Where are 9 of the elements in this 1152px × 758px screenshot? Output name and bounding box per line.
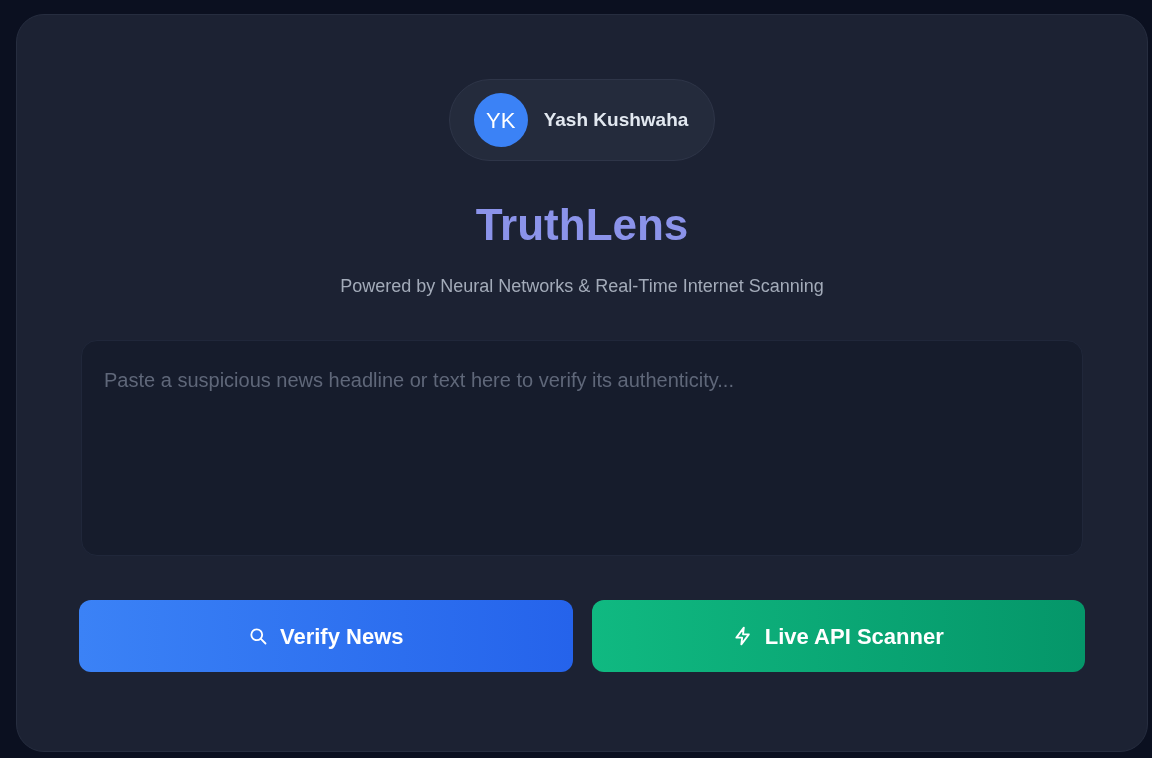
lightning-icon — [732, 626, 753, 646]
news-input-field[interactable]: Paste a suspicious news headline or text here to verify its authenticity... — [81, 340, 1083, 556]
avatar: YK — [473, 93, 528, 147]
search-icon — [248, 626, 268, 646]
user-name: Yash Kushwaha — [543, 107, 689, 132]
verify-button[interactable]: Verify News — [79, 600, 573, 672]
subtitle: Powered by Neural Networks & Real-Time Internet Scanning — [340, 275, 824, 298]
scanner-button[interactable]: Live API Scanner — [591, 600, 1085, 672]
app-title: TruthLens — [475, 199, 689, 251]
